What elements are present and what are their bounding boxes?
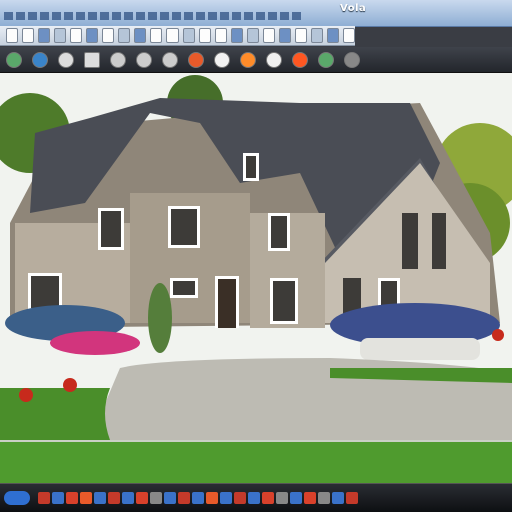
taskbar-app-icon[interactable] (52, 492, 64, 504)
taskbar-app-icon[interactable] (206, 492, 218, 504)
menu-item[interactable] (88, 12, 97, 20)
menu-item[interactable] (268, 12, 277, 20)
shape-icon[interactable] (278, 28, 291, 43)
undo-icon[interactable] (118, 28, 131, 43)
layers-icon[interactable] (150, 28, 163, 43)
zoom-icon[interactable] (166, 28, 179, 43)
menu-item[interactable] (112, 12, 121, 20)
standard-toolbar (0, 26, 356, 46)
eraser-icon[interactable] (198, 28, 211, 43)
window-title: Vola (340, 3, 367, 14)
taskbar-app-icon[interactable] (80, 492, 92, 504)
select-icon[interactable] (214, 28, 227, 43)
menu-item[interactable] (28, 12, 37, 20)
menu-item[interactable] (76, 12, 85, 20)
taskbar-app-icon[interactable] (122, 492, 134, 504)
taskbar-app-icon[interactable] (178, 492, 190, 504)
menu-item[interactable] (280, 12, 289, 20)
taskbar-app-icon[interactable] (318, 492, 330, 504)
menu-item[interactable] (16, 12, 25, 20)
save-icon[interactable] (38, 28, 51, 43)
brush-icon[interactable] (182, 28, 195, 43)
menu-item[interactable] (124, 12, 133, 20)
menu-item[interactable] (160, 12, 169, 20)
tools-toolbar (0, 47, 512, 73)
filter-icon[interactable] (342, 28, 356, 43)
menu-item[interactable] (184, 12, 193, 20)
new-icon[interactable] (6, 28, 19, 43)
menu-item[interactable] (40, 12, 49, 20)
copy-icon[interactable] (86, 28, 99, 43)
taskbar-app-icon[interactable] (66, 492, 78, 504)
menu-item[interactable] (256, 12, 265, 20)
color-wheel-icon[interactable] (188, 51, 204, 68)
color-icon[interactable] (294, 28, 307, 43)
palette-icon[interactable] (310, 28, 323, 43)
menu-item[interactable] (196, 12, 205, 20)
frame-icon[interactable] (84, 51, 100, 68)
swatch-icon[interactable] (240, 51, 256, 68)
taskbar-app-icon[interactable] (136, 492, 148, 504)
menu-item[interactable] (208, 12, 217, 20)
cut-icon[interactable] (70, 28, 83, 43)
menu-item[interactable] (172, 12, 181, 20)
taskbar-app-icon[interactable] (234, 492, 246, 504)
menu-item[interactable] (232, 12, 241, 20)
menu-item[interactable] (136, 12, 145, 20)
crop-icon[interactable] (230, 28, 243, 43)
start-button[interactable] (4, 491, 30, 505)
taskbar (0, 483, 512, 512)
fire-icon[interactable] (292, 51, 308, 68)
taskbar-app-icon[interactable] (346, 492, 358, 504)
taskbar-app-icon[interactable] (220, 492, 232, 504)
menu-item[interactable] (64, 12, 73, 20)
taskbar-app-icon[interactable] (304, 492, 316, 504)
menu-item[interactable] (100, 12, 109, 20)
menu-item[interactable] (220, 12, 229, 20)
record-icon[interactable] (344, 51, 360, 68)
lasso-icon[interactable] (136, 51, 152, 68)
plant-icon[interactable] (318, 51, 334, 68)
menu-item[interactable] (4, 12, 13, 20)
open-icon[interactable] (22, 28, 35, 43)
pen-icon[interactable] (162, 51, 178, 68)
taskbar-app-icon[interactable] (38, 492, 50, 504)
redo-icon[interactable] (134, 28, 147, 43)
folder-icon[interactable] (32, 51, 48, 68)
brush-icon[interactable] (110, 51, 126, 68)
rotate-icon[interactable] (246, 28, 259, 43)
taskbar-app-icon[interactable] (262, 492, 274, 504)
menu-item[interactable] (292, 12, 301, 20)
arrow-icon[interactable] (58, 51, 74, 68)
taskbar-app-icon[interactable] (192, 492, 204, 504)
face-icon[interactable] (214, 51, 230, 68)
circle-icon[interactable] (266, 51, 282, 68)
taskbar-app-icon[interactable] (164, 492, 176, 504)
house-photo (0, 73, 512, 440)
menu-item[interactable] (52, 12, 61, 20)
taskbar-app-icon[interactable] (108, 492, 120, 504)
menu-strip[interactable] (4, 12, 301, 20)
print-icon[interactable] (54, 28, 67, 43)
taskbar-app-icon[interactable] (332, 492, 344, 504)
menu-item[interactable] (244, 12, 253, 20)
taskbar-app-icon[interactable] (150, 492, 162, 504)
leaf-icon[interactable] (6, 51, 22, 68)
lawn-strip (0, 440, 512, 485)
image-canvas[interactable] (0, 73, 512, 440)
menu-item[interactable] (148, 12, 157, 20)
paste-icon[interactable] (102, 28, 115, 43)
text-icon[interactable] (262, 28, 275, 43)
taskbar-app-icon[interactable] (248, 492, 260, 504)
title-bar: Vola (0, 0, 512, 27)
taskbar-app-icon[interactable] (276, 492, 288, 504)
history-icon[interactable] (326, 28, 339, 43)
taskbar-app-icon[interactable] (290, 492, 302, 504)
taskbar-app-icon[interactable] (94, 492, 106, 504)
